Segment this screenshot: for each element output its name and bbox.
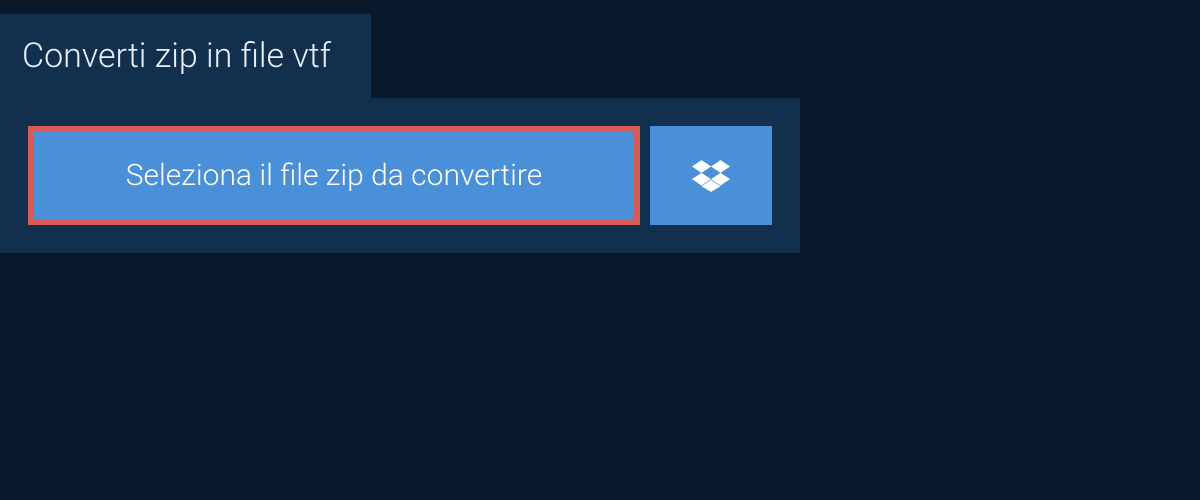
file-select-row: Seleziona il file zip da convertire [28, 126, 772, 225]
dropbox-icon [692, 157, 730, 195]
converter-tab: Converti zip in file vtf [0, 14, 371, 98]
tab-title: Converti zip in file vtf [22, 36, 331, 76]
dropbox-button[interactable] [650, 126, 772, 225]
select-file-button-label: Seleziona il file zip da convertire [126, 158, 543, 193]
converter-panel: Seleziona il file zip da convertire [0, 98, 800, 253]
select-file-button[interactable]: Seleziona il file zip da convertire [28, 126, 640, 225]
